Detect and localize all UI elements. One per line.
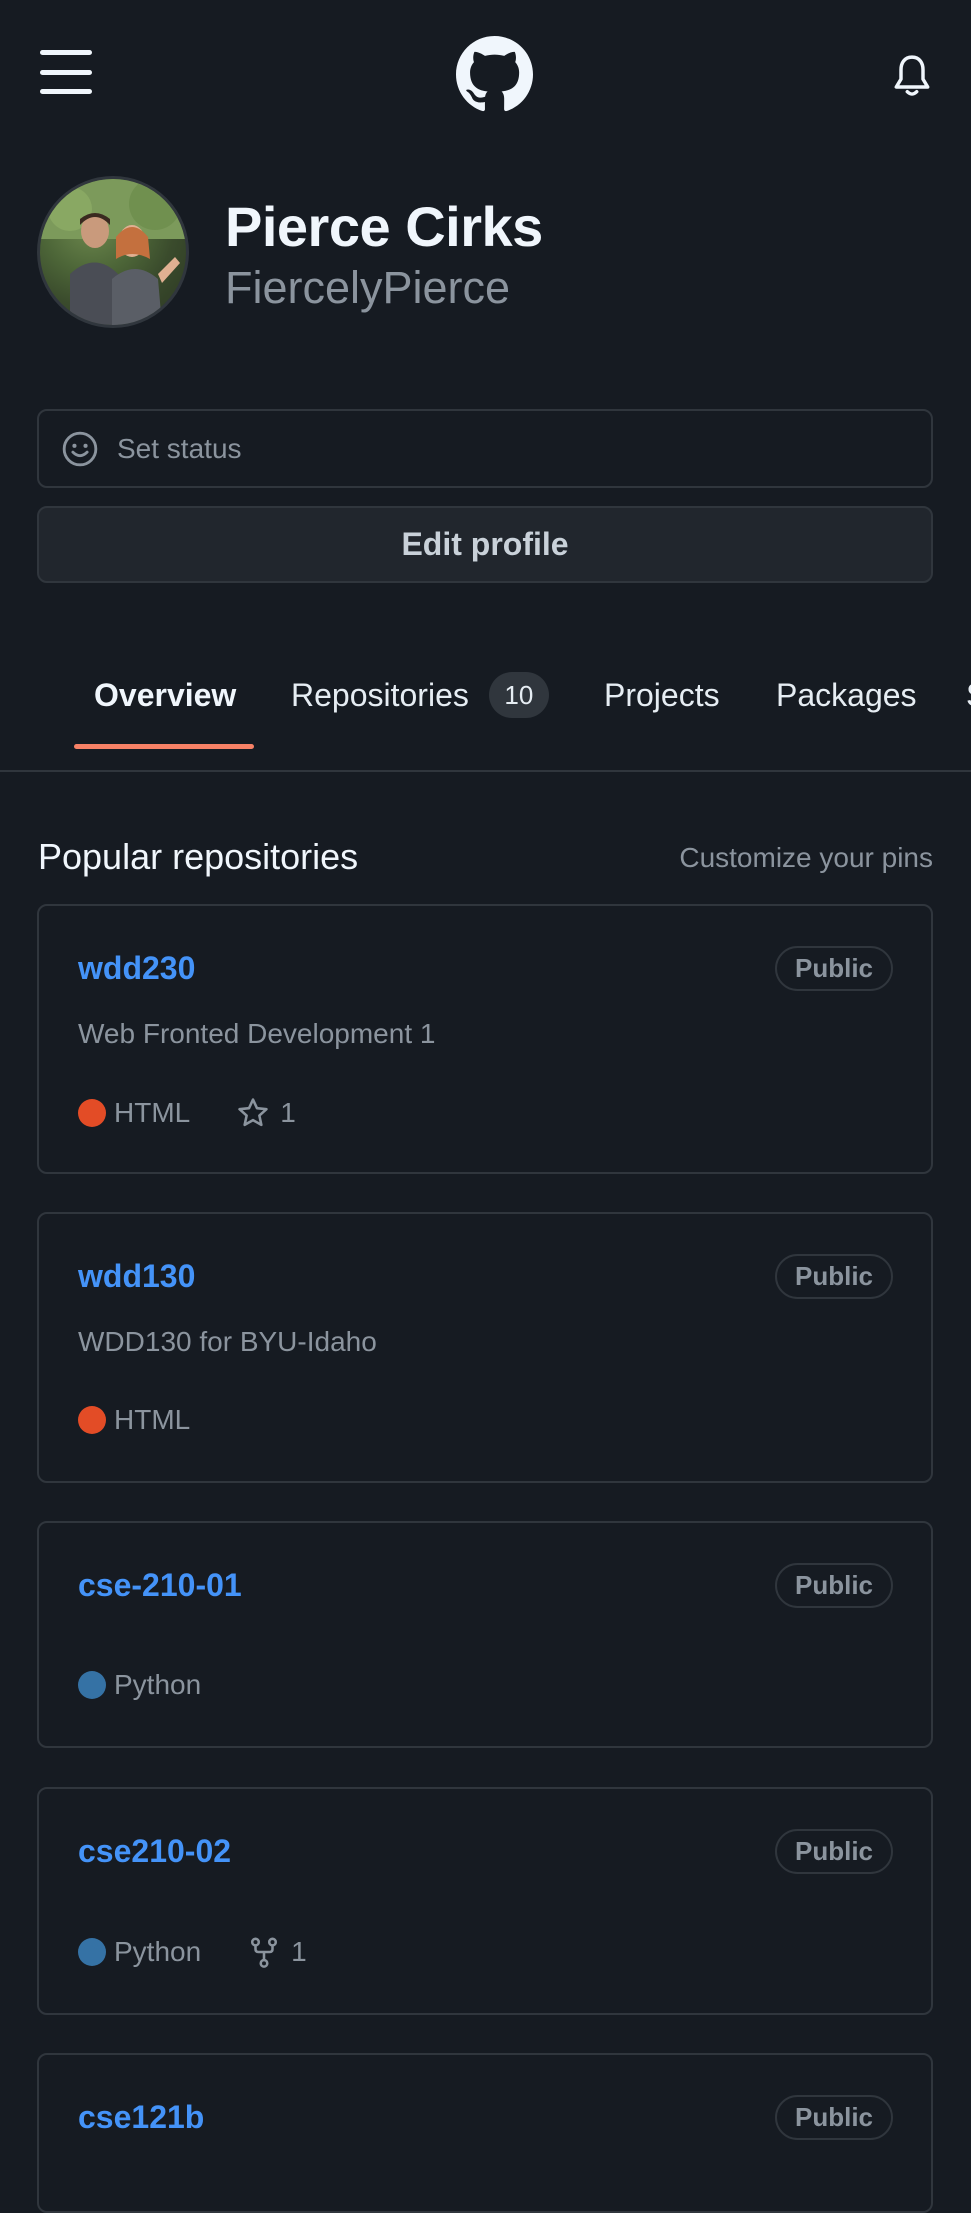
repo-name-link[interactable]: cse-210-01 <box>78 1567 242 1604</box>
visibility-badge: Public <box>774 1254 893 1299</box>
visibility-badge: Public <box>774 1829 893 1874</box>
repo-language: HTML <box>114 1097 191 1128</box>
set-status-button[interactable]: Set status <box>37 409 933 488</box>
repo-stars[interactable]: 1 <box>236 1096 296 1130</box>
repositories-count-badge: 10 <box>488 672 549 718</box>
visibility-badge: Public <box>774 946 893 991</box>
tab-packages[interactable]: Packages <box>776 640 917 750</box>
language-color-dot <box>78 1938 106 1966</box>
repo-name-link[interactable]: wdd130 <box>78 1258 195 1295</box>
repo-card: wdd130 Public WDD130 for BYU-Idaho HTML <box>37 1212 933 1483</box>
set-status-label: Set status <box>117 432 242 464</box>
tab-stars[interactable]: S <box>966 640 971 750</box>
top-header <box>0 0 971 150</box>
repo-forks[interactable]: 1 <box>247 1935 307 1969</box>
repo-language: Python <box>114 1669 202 1700</box>
repo-name-link[interactable]: wdd230 <box>78 950 195 987</box>
repo-name-link[interactable]: cse210-02 <box>78 1833 231 1870</box>
repo-meta: HTML 1 <box>78 1096 296 1130</box>
github-logo-icon[interactable] <box>456 36 533 113</box>
repo-card: cse210-02 Public Python 1 <box>37 1787 933 2015</box>
fork-count: 1 <box>291 1936 307 1967</box>
visibility-badge: Public <box>774 2095 893 2140</box>
tab-stars-label: S <box>966 677 971 714</box>
repo-card: wdd230 Public Web Fronted Development 1 … <box>37 904 933 1174</box>
repo-card: cse121b Public <box>37 2053 933 2213</box>
tab-repositories[interactable]: Repositories 10 <box>291 640 549 750</box>
repo-description: Web Fronted Development 1 <box>78 1018 436 1049</box>
smiley-icon <box>62 431 98 466</box>
popular-repositories-heading: Popular repositories <box>38 836 359 877</box>
tab-overview-label: Overview <box>94 676 237 713</box>
repo-language: HTML <box>114 1404 191 1435</box>
visibility-badge: Public <box>774 1563 893 1608</box>
active-tab-indicator <box>74 744 254 749</box>
hamburger-menu-icon[interactable] <box>40 50 92 94</box>
star-count: 1 <box>280 1097 296 1128</box>
tab-packages-label: Packages <box>776 676 917 713</box>
tab-projects-label: Projects <box>604 676 720 713</box>
star-icon <box>238 1098 268 1127</box>
tab-projects[interactable]: Projects <box>604 640 720 750</box>
repo-meta: Python <box>78 1669 201 1701</box>
profile-login: FiercelyPierce <box>225 262 511 313</box>
repo-language: Python <box>114 1936 202 1967</box>
repo-card: cse-210-01 Public Python <box>37 1521 933 1748</box>
language-color-dot <box>78 1671 106 1699</box>
avatar-photo <box>40 179 186 325</box>
repo-name-link[interactable]: cse121b <box>78 2099 204 2136</box>
repo-description: WDD130 for BYU-Idaho <box>78 1326 377 1357</box>
bell-icon[interactable] <box>893 54 931 98</box>
repo-meta: HTML <box>78 1404 190 1436</box>
language-color-dot <box>78 1099 106 1127</box>
repo-meta: Python 1 <box>78 1935 307 1969</box>
avatar[interactable] <box>37 176 189 328</box>
edit-profile-button[interactable]: Edit profile <box>37 506 933 583</box>
tab-overview[interactable]: Overview <box>94 640 236 750</box>
profile-name: Pierce Cirks <box>225 195 543 258</box>
profile-tabs: Overview Repositories 10 Projects Packag… <box>0 640 971 772</box>
fork-icon <box>251 1937 278 1968</box>
customize-pins-link[interactable]: Customize your pins <box>679 842 933 874</box>
language-color-dot <box>78 1406 106 1434</box>
tab-repositories-label: Repositories <box>291 676 469 713</box>
profile-header: Pierce Cirks FiercelyPierce <box>37 176 937 332</box>
